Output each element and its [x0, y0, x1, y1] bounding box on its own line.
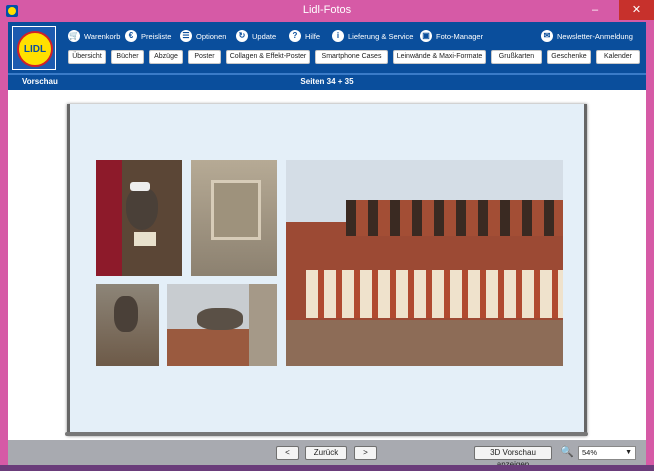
tab-poster[interactable]: Poster [188, 50, 221, 64]
nav-label: Newsletter-Anmeldung [557, 31, 633, 41]
courtyard-floor [286, 320, 563, 366]
chevron-down-icon: ▼ [625, 449, 632, 456]
page-indicator: Seiten 34 + 35 [300, 77, 354, 86]
zoom-value: 54% [582, 448, 598, 457]
nav-label: Lieferung & Service [348, 31, 414, 41]
nav-foto-manager[interactable]: ▣ Foto-Manager [420, 29, 483, 43]
logo-circle: LIDL [17, 31, 53, 67]
tab-uebersicht[interactable]: Übersicht [68, 50, 106, 64]
photo-courtyard-arcade[interactable] [286, 160, 563, 366]
window-title: Lidl-Fotos [302, 4, 352, 16]
tab-collagen[interactable]: Collagen & Effekt-Poster [226, 50, 310, 64]
lidl-logo: LIDL [12, 26, 56, 70]
boar-head [126, 188, 158, 230]
upper-loggia [346, 200, 563, 236]
minimize-button[interactable]: – [584, 0, 606, 20]
close-button[interactable]: ✕ [619, 0, 654, 20]
ground-arcade [306, 270, 563, 318]
nav-label: Warenkorb [84, 31, 121, 41]
book-spread [67, 104, 587, 436]
nav-label: Update [252, 31, 277, 41]
nav-lieferung-service[interactable]: i Lieferung & Service [332, 29, 413, 43]
photo-boar-statue[interactable] [96, 160, 182, 276]
update-icon: ↻ [236, 30, 248, 42]
back-button[interactable]: Zurück [305, 446, 347, 460]
title-bar: Lidl-Fotos – ✕ [0, 0, 654, 22]
nav-warenkorb[interactable]: 🛒 Warenkorb [68, 29, 120, 43]
zoom-select[interactable]: 54% ▼ [578, 446, 636, 460]
tab-smartphone-cases[interactable]: Smartphone Cases [315, 50, 388, 64]
boar-sign [134, 232, 156, 246]
info-icon: i [332, 30, 344, 42]
gargoyle-head [197, 308, 243, 330]
tab-geschenke[interactable]: Geschenke [547, 50, 591, 64]
book-binding [65, 432, 588, 436]
gargoyle-figure [114, 296, 138, 332]
nav-label: Preisliste [141, 31, 172, 41]
nav-update[interactable]: ↻ Update [236, 29, 276, 43]
top-toolbar: LIDL 🛒 Warenkorb € Preisliste ☰ Optionen… [8, 22, 646, 73]
nav-preisliste[interactable]: € Preisliste [125, 29, 171, 43]
tab-buecher[interactable]: Bücher [111, 50, 144, 64]
prev-page-button[interactable]: < [276, 446, 299, 460]
preview-area [8, 90, 646, 440]
nav-hilfe[interactable]: ? Hilfe [289, 29, 320, 43]
relief-detail [211, 180, 261, 240]
cart-icon: 🛒 [68, 30, 80, 42]
nav-label: Hilfe [305, 31, 321, 41]
photo-gargoyle-figure[interactable] [96, 284, 159, 366]
magnifier-icon: 🔍 [560, 446, 574, 458]
nav-label: Foto-Manager [436, 31, 484, 41]
boar-hat [130, 182, 150, 191]
help-icon: ? [289, 30, 301, 42]
taskbar [0, 465, 654, 471]
tab-abzuege[interactable]: Abzüge [149, 50, 183, 64]
euro-icon: € [125, 30, 137, 42]
photo-stone-relief[interactable] [191, 160, 277, 276]
nav-optionen[interactable]: ☰ Optionen [180, 29, 226, 43]
nav-newsletter[interactable]: ✉ Newsletter-Anmeldung [541, 29, 633, 43]
tab-kalender[interactable]: Kalender [596, 50, 640, 64]
next-page-button[interactable]: > [354, 446, 377, 460]
stone-column [249, 284, 277, 366]
3d-preview-button[interactable]: 3D Vorschau anzeigen [474, 446, 552, 469]
nav-label: Optionen [196, 31, 227, 41]
tab-leinwaende[interactable]: Leinwände & Maxi-Formate [393, 50, 486, 64]
preview-header: Vorschau Seiten 34 + 35 [8, 73, 646, 90]
photo-manager-icon: ▣ [420, 30, 432, 42]
newsletter-icon: ✉ [541, 30, 553, 42]
app-window: Lidl-Fotos – ✕ LIDL 🛒 Warenkorb € Preisl… [0, 0, 654, 471]
photo-gargoyle-wall[interactable] [167, 284, 277, 366]
logo-text: LIDL [23, 44, 47, 55]
tab-grusskarten[interactable]: Grußkarten [491, 50, 542, 64]
bottom-toolbar: < Zurück > 3D Vorschau anzeigen 🔍 54% ▼ [8, 440, 646, 469]
client-area: LIDL 🛒 Warenkorb € Preisliste ☰ Optionen… [8, 22, 646, 469]
options-icon: ☰ [180, 30, 192, 42]
